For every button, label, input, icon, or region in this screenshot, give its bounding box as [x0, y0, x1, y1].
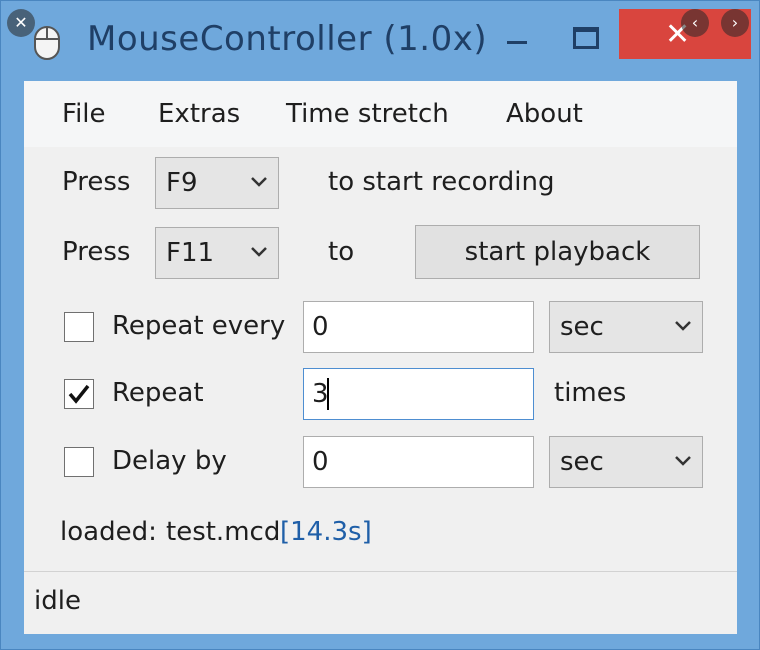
- playback-hotkey-value: F11: [166, 238, 215, 268]
- title-bar[interactable]: MouseController (1.0x) ✕: [1, 1, 759, 81]
- overlay-prev-icon[interactable]: ‹: [681, 9, 709, 37]
- delay-input[interactable]: 0: [303, 436, 534, 488]
- menu-item-about[interactable]: About: [506, 99, 583, 129]
- window-title: MouseController (1.0x): [87, 19, 488, 59]
- mouse-icon: [34, 26, 60, 60]
- record-hotkey-select[interactable]: F9: [155, 157, 279, 209]
- repeat-count-input[interactable]: 3: [303, 368, 534, 420]
- start-playback-button[interactable]: start playback: [415, 225, 700, 279]
- repeat-every-checkbox[interactable]: [64, 312, 94, 342]
- press-label: Press: [62, 237, 131, 267]
- repeat-every-label: Repeat every: [112, 311, 286, 341]
- delay-unit-select[interactable]: sec: [549, 436, 703, 488]
- repeat-every-unit-value: sec: [560, 312, 604, 342]
- delay-value: 0: [312, 447, 329, 477]
- menu-item-file[interactable]: File: [62, 99, 106, 129]
- loaded-label: loaded:: [60, 517, 157, 547]
- loaded-file: test.mcd: [166, 517, 281, 547]
- status-bar: idle: [24, 572, 737, 634]
- chevron-down-icon: [675, 321, 691, 331]
- repeat-label: Repeat: [112, 378, 204, 408]
- loaded-duration: [14.3s]: [280, 517, 372, 547]
- checkmark-icon: [68, 384, 90, 404]
- delay-by-label: Delay by: [112, 446, 227, 476]
- record-hotkey-value: F9: [166, 168, 198, 198]
- to-label: to: [328, 237, 355, 267]
- repeat-checkbox[interactable]: [64, 379, 94, 409]
- chevron-down-icon: [251, 177, 267, 187]
- status-text: idle: [34, 586, 81, 616]
- chevron-down-icon: [251, 247, 267, 257]
- playback-hotkey-select[interactable]: F11: [155, 227, 279, 279]
- delay-by-checkbox[interactable]: [64, 447, 94, 477]
- menu-item-time-stretch[interactable]: Time stretch: [286, 99, 449, 129]
- overlay-next-icon[interactable]: ›: [721, 9, 749, 37]
- client-area: File Extras Time stretch About Press F9 …: [24, 81, 737, 571]
- minimize-icon[interactable]: [501, 19, 537, 59]
- menu-item-extras[interactable]: Extras: [158, 99, 240, 129]
- chevron-down-icon: [675, 456, 691, 466]
- times-label: times: [554, 378, 627, 408]
- overlay-close-icon[interactable]: ✕: [7, 9, 35, 37]
- repeat-every-value: 0: [312, 312, 329, 342]
- press-label: Press: [62, 167, 131, 197]
- app-window: MouseController (1.0x) ✕ ✕ ‹ › File Extr…: [0, 0, 760, 650]
- start-recording-label: to start recording: [328, 167, 555, 197]
- repeat-every-unit-select[interactable]: sec: [549, 301, 703, 353]
- text-caret: [327, 378, 329, 410]
- delay-unit-value: sec: [560, 447, 604, 477]
- repeat-every-input[interactable]: 0: [303, 301, 534, 353]
- menu-bar: File Extras Time stretch About: [24, 81, 737, 147]
- maximize-icon[interactable]: [567, 19, 603, 59]
